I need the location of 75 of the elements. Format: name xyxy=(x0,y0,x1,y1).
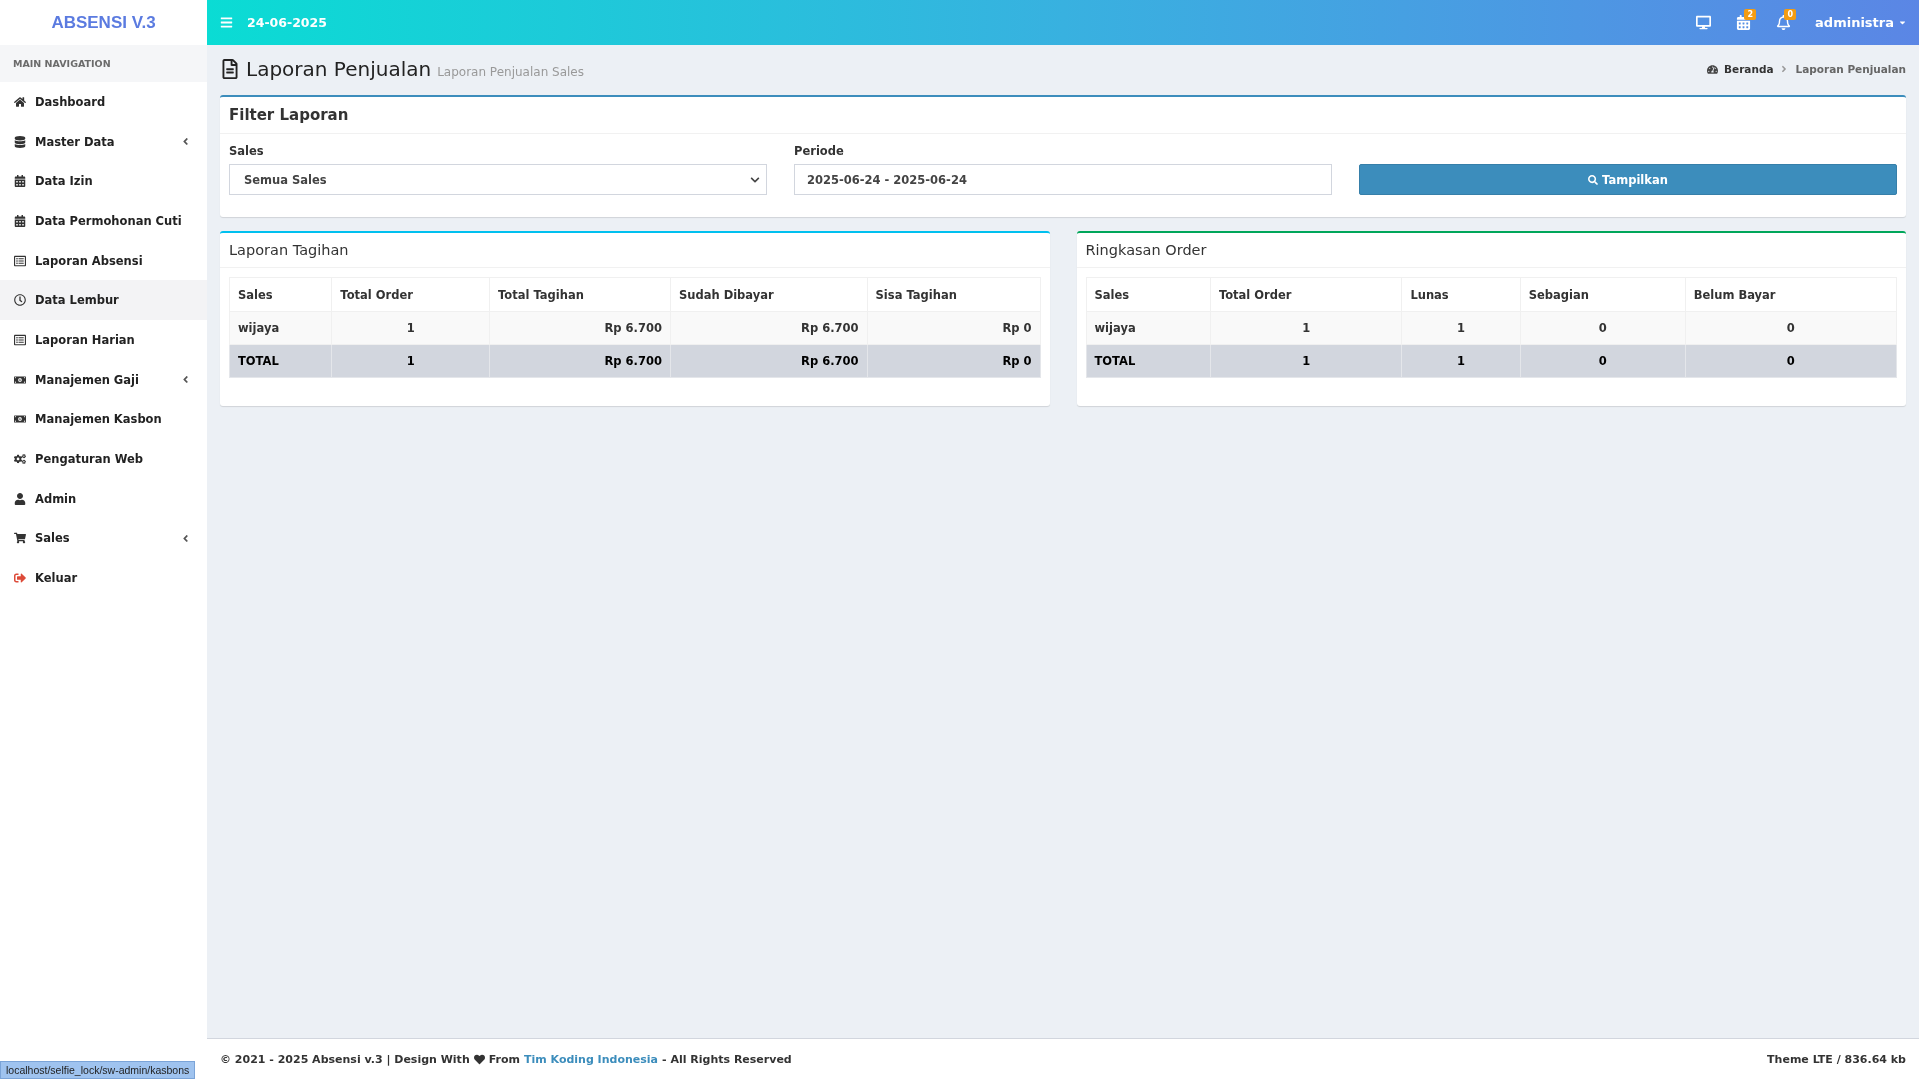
column-header: Sales xyxy=(1086,277,1211,312)
home-icon xyxy=(14,95,26,108)
dashboard-icon xyxy=(1707,63,1718,75)
money-icon xyxy=(14,373,26,386)
calendar-icon xyxy=(14,175,26,188)
column-header: Belum Bayar xyxy=(1685,277,1897,312)
table-cell: 1 xyxy=(331,311,490,345)
page-subtitle: Laporan Penjualan Sales xyxy=(437,64,585,79)
total-cell: 1 xyxy=(1210,344,1402,378)
card-title: Laporan Tagihan xyxy=(229,242,350,258)
table-cell: Rp 6.700 xyxy=(489,311,671,345)
total-cell: TOTAL xyxy=(1086,344,1211,378)
calendar-icon xyxy=(14,214,26,227)
column-header: Sebagian xyxy=(1520,277,1686,312)
show-button[interactable]: Tampilkan xyxy=(1359,164,1897,195)
table-cell: Rp 6.700 xyxy=(670,311,868,345)
total-cell: TOTAL xyxy=(229,344,332,378)
sidebar-item[interactable]: Data Lembur xyxy=(0,280,207,321)
total-cell: 0 xyxy=(1685,344,1897,378)
column-header: Sisa Tagihan xyxy=(867,277,1040,312)
menu-icon[interactable] xyxy=(220,16,233,29)
gears-icon xyxy=(14,453,26,466)
footer-text: From xyxy=(488,1052,520,1066)
table-cell: 0 xyxy=(1685,311,1897,345)
count-badge: 2 xyxy=(1744,9,1757,20)
field-label: Sales xyxy=(229,144,265,158)
sales-select[interactable]: Semua Sales xyxy=(229,164,767,195)
column-header: Total Order xyxy=(1210,277,1402,312)
card-title: Ringkasan Order xyxy=(1085,242,1208,258)
total-cell: 1 xyxy=(1401,344,1521,378)
monitor-icon[interactable] xyxy=(1695,15,1711,30)
column-header: Lunas xyxy=(1401,277,1521,312)
total-cell: 1 xyxy=(331,344,490,378)
chevron-down-icon xyxy=(750,174,760,185)
user-icon xyxy=(14,492,26,505)
table-cell: 0 xyxy=(1520,311,1686,345)
link-status-tooltip: localhost/selfie_lock/sw-admin/kasbons xyxy=(0,1061,196,1079)
clock-icon xyxy=(14,294,26,307)
total-cell: 0 xyxy=(1520,344,1686,378)
list-icon xyxy=(14,254,26,267)
app-logo[interactable]: ABSENSI V.3 xyxy=(0,0,207,45)
money-icon xyxy=(14,413,26,426)
document-icon xyxy=(220,59,240,79)
table-cell: 1 xyxy=(1401,311,1521,345)
nav-header: MAIN NAVIGATION xyxy=(0,45,207,82)
footer-text: - All Rights Reserved xyxy=(662,1052,792,1066)
table-cell: wijaya xyxy=(229,311,332,345)
column-header: Sales xyxy=(229,277,332,312)
footer-link[interactable]: Tim Koding Indonesia xyxy=(524,1052,658,1066)
cart-icon xyxy=(14,532,26,545)
table-cell: Rp 0 xyxy=(867,311,1040,345)
card-title: Filter Laporan xyxy=(229,106,350,124)
column-header: Sudah Dibayar xyxy=(670,277,868,312)
page-title: Laporan Penjualan xyxy=(246,57,432,81)
caret-icon xyxy=(1898,18,1907,27)
breadcrumb-link[interactable]: Laporan Penjualan xyxy=(1795,63,1906,75)
field-label: Periode xyxy=(794,144,845,158)
total-cell: Rp 6.700 xyxy=(489,344,671,378)
logout-icon xyxy=(14,572,26,585)
column-header: Total Order xyxy=(331,277,490,312)
total-cell: Rp 6.700 xyxy=(670,344,868,378)
footer-version: Theme LTE / 836.64 kb xyxy=(1767,1052,1906,1066)
database-icon xyxy=(14,135,26,148)
period-input[interactable]: 2025-06-24 - 2025-06-24 xyxy=(794,164,1332,195)
search-icon xyxy=(1588,174,1599,185)
count-badge: 0 xyxy=(1784,9,1797,20)
table-cell: wijaya xyxy=(1086,311,1211,345)
heart-icon xyxy=(473,1053,485,1065)
current-date: 24-06-2025 xyxy=(247,15,328,30)
breadcrumb-link[interactable]: Beranda xyxy=(1724,63,1774,75)
list-icon xyxy=(14,333,26,346)
table-cell: 1 xyxy=(1210,311,1402,345)
footer-text: © 2021 - 2025 Absensi v.3 | Design With xyxy=(220,1052,470,1066)
total-cell: Rp 0 xyxy=(867,344,1040,378)
column-header: Total Tagihan xyxy=(489,277,671,312)
